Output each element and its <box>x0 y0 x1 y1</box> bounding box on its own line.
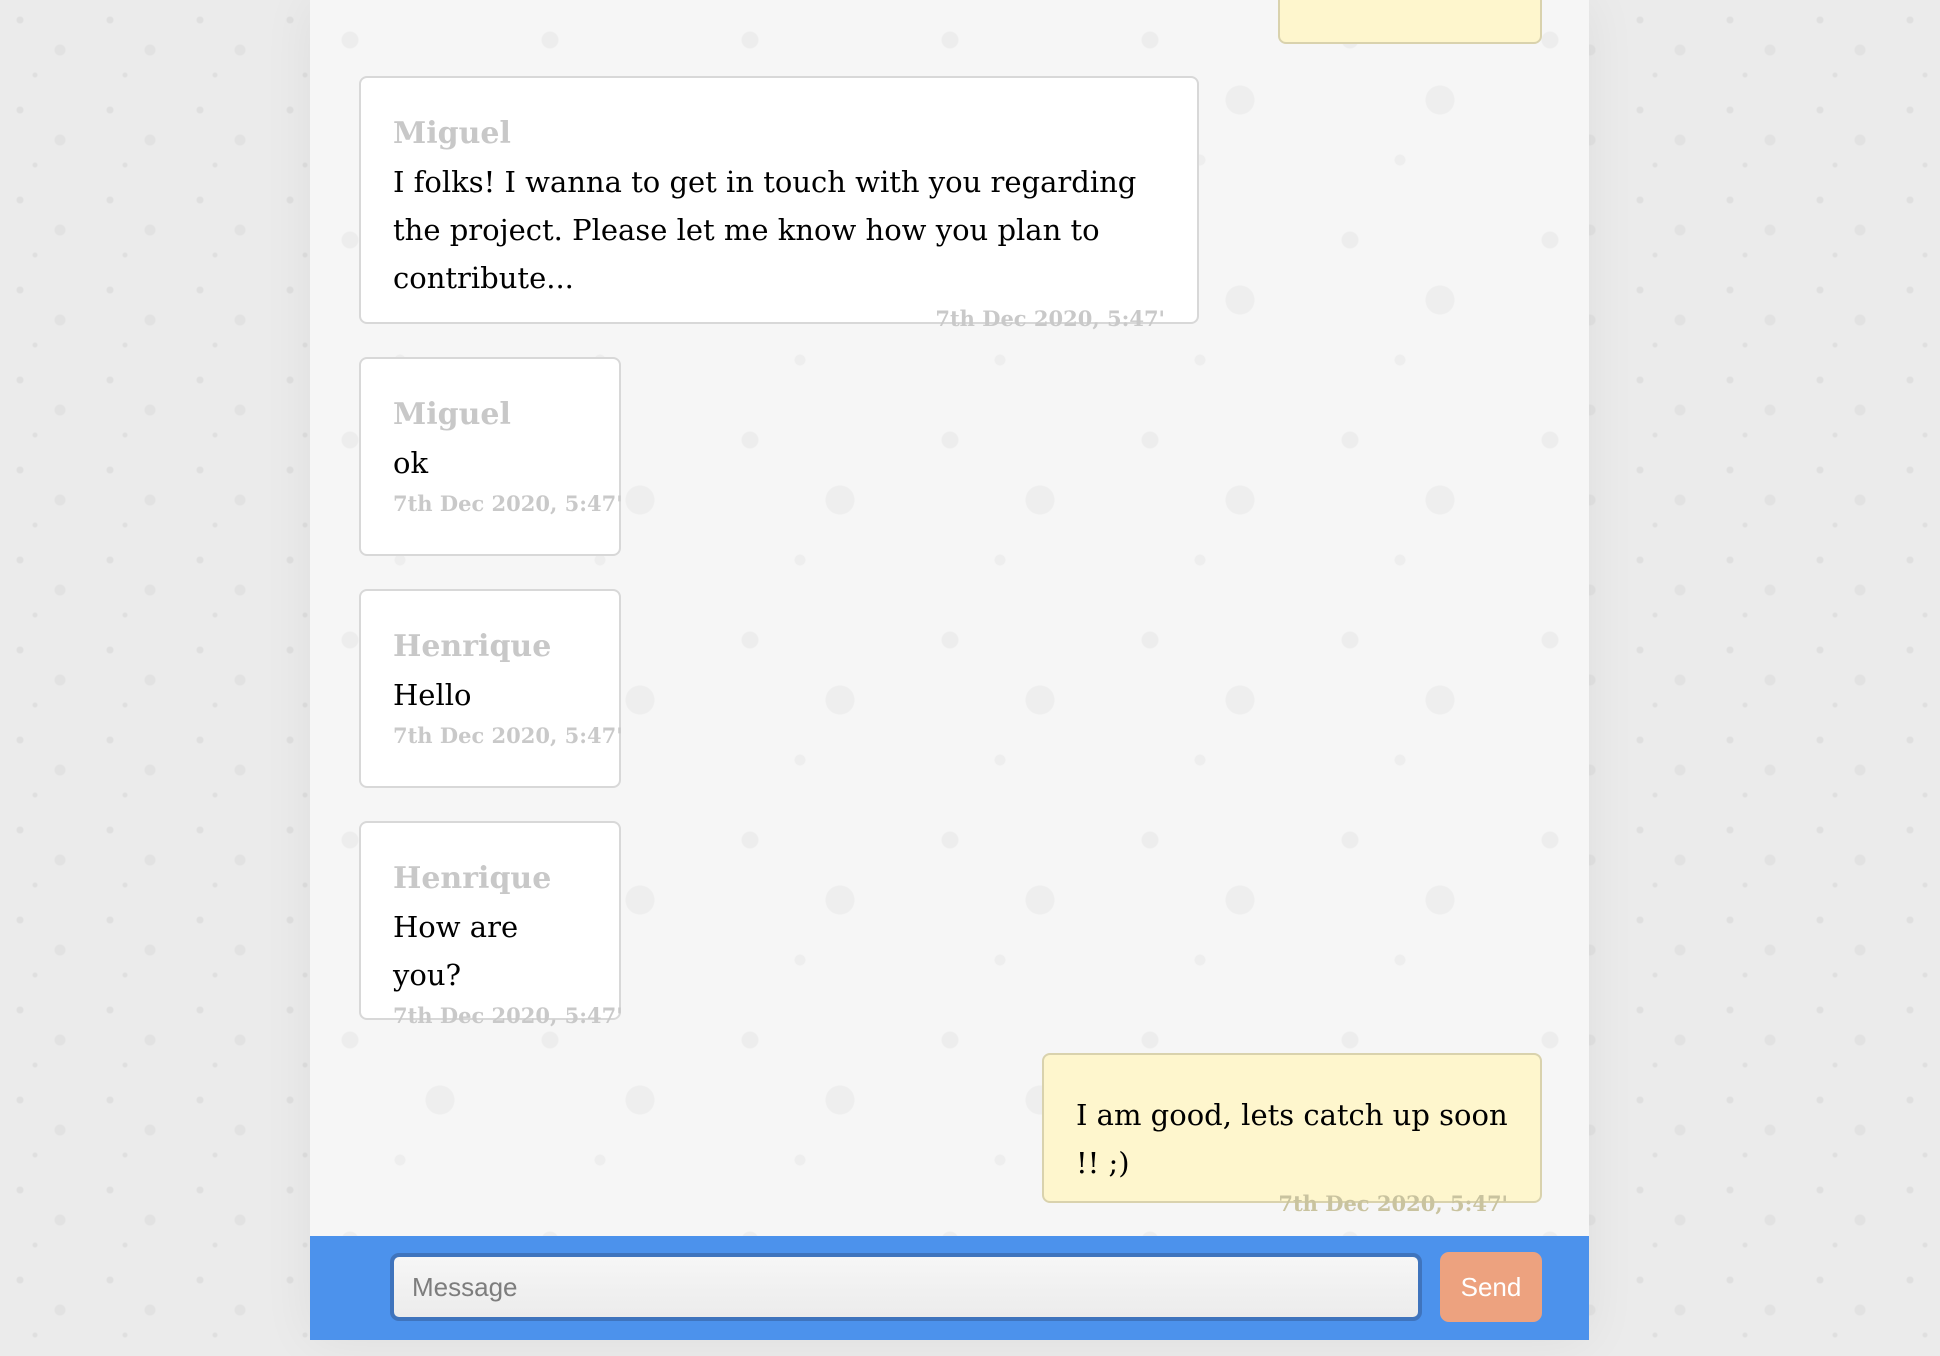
message-text: ok <box>393 446 429 480</box>
message-sender: Miguel <box>393 397 511 432</box>
chat-panel: Miguel I folks! I wanna to get in touch … <box>310 0 1589 1340</box>
message-input[interactable] <box>390 1253 1422 1321</box>
message-list[interactable]: Miguel I folks! I wanna to get in touch … <box>310 0 1589 1236</box>
message-text: Hello <box>393 678 472 712</box>
message-time: 7th Dec 2020, 5:47' <box>393 491 623 516</box>
message-text: I am good, lets catch up soon !! ;) <box>1076 1098 1508 1180</box>
message-bubble: Henrique Hello 7th Dec 2020, 5:47' <box>359 589 623 788</box>
message-time: 7th Dec 2020, 5:47' <box>935 306 1165 331</box>
message-sender: Miguel <box>393 116 511 151</box>
message-bubble-own: I am good, lets catch up soon !! ;) 7th … <box>1042 1053 1542 1216</box>
message-time: 7th Dec 2020, 5:47' <box>393 723 623 748</box>
message-text: How are you? <box>393 910 519 992</box>
message-sender: Henrique <box>393 629 552 664</box>
message-time: 7th Dec 2020, 5:47' <box>1278 1191 1508 1216</box>
message-bubble-own-partial <box>1278 0 1542 44</box>
send-button[interactable]: Send <box>1440 1252 1542 1322</box>
message-text: I folks! I wanna to get in touch with yo… <box>393 165 1137 295</box>
message-bubble: Henrique How are you? 7th Dec 2020, 5:47… <box>359 821 623 1028</box>
message-composer-bar: Send <box>310 1236 1589 1340</box>
message-sender: Henrique <box>393 861 552 896</box>
message-bubble: Miguel I folks! I wanna to get in touch … <box>359 76 1199 331</box>
message-time: 7th Dec 2020, 5:47' <box>393 1003 623 1028</box>
message-bubble: Miguel ok 7th Dec 2020, 5:47' <box>359 357 623 556</box>
